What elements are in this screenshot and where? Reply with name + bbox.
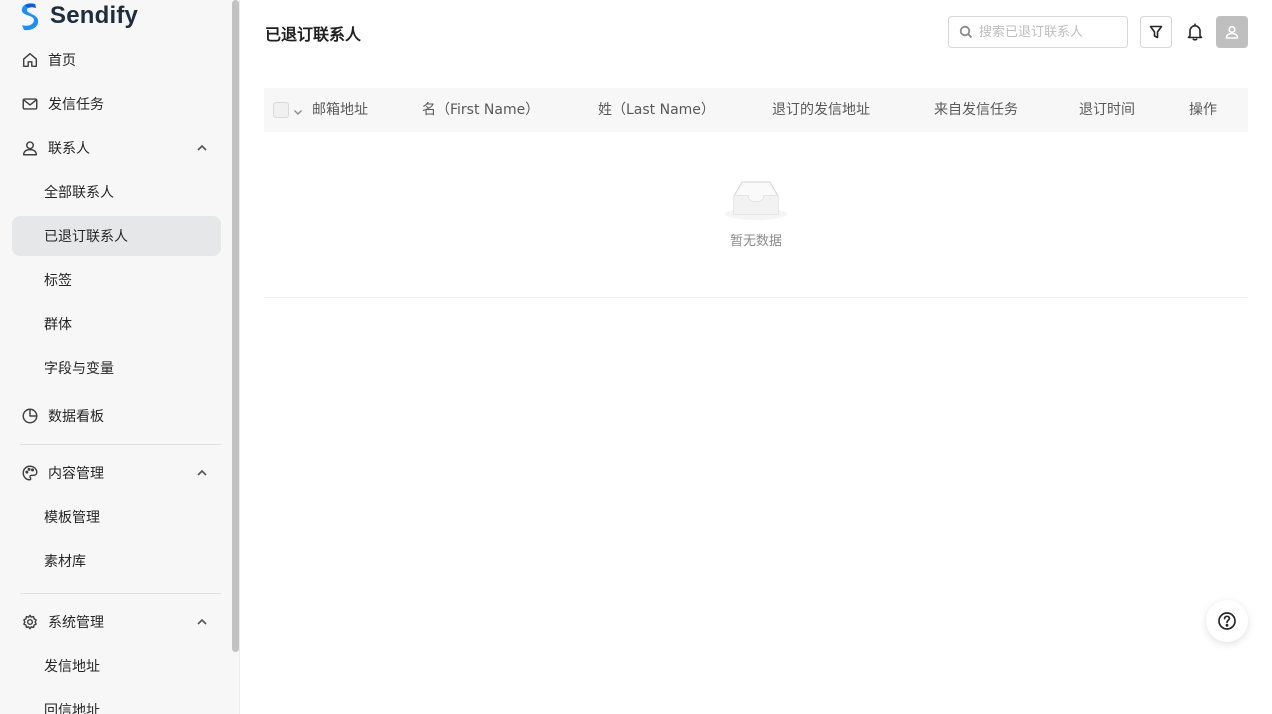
sidebar-item-all-contacts[interactable]: 全部联系人 (12, 172, 221, 212)
user-icon (20, 138, 40, 158)
sidebar-item-send-tasks[interactable]: 发信任务 (12, 84, 221, 124)
sidebar-item-label: 首页 (48, 53, 76, 69)
home-icon (20, 50, 40, 70)
sidebar-item-label: 素材库 (44, 554, 86, 570)
gear-icon (20, 612, 40, 632)
column-header-first-name[interactable]: 名（First Name） (422, 88, 539, 132)
chevron-up-icon[interactable] (195, 141, 209, 155)
sidebar-item-label: 数据看板 (48, 409, 104, 425)
avatar-user-icon (1225, 25, 1239, 39)
table-header: 邮箱地址 名（First Name） 姓（Last Name） 退订的发信地址 … (264, 88, 1248, 132)
column-header-email[interactable]: 邮箱地址 (312, 88, 368, 132)
sidebar-divider (20, 593, 221, 594)
sidebar-item-label: 标签 (44, 273, 72, 289)
sidebar-item-label: 发信地址 (44, 659, 100, 675)
sidebar-item-label: 系统管理 (48, 615, 104, 631)
sidebar-item-fields-variables[interactable]: 字段与变量 (12, 348, 221, 388)
brand-logo[interactable]: Sendify (18, 0, 138, 32)
sidebar-item-sender-addresses[interactable]: 发信地址 (12, 646, 221, 686)
sidebar-item-system-management[interactable]: 系统管理 (12, 602, 221, 642)
sidebar-item-label: 发信任务 (48, 97, 104, 113)
mail-icon (20, 94, 40, 114)
column-header-last-name[interactable]: 姓（Last Name） (598, 88, 715, 132)
sidebar-item-label: 联系人 (48, 141, 90, 157)
page-title: 已退订联系人 (265, 25, 362, 44)
brand-name: Sendify (50, 2, 139, 29)
bell-icon (1187, 23, 1203, 41)
sidebar-item-label: 已退订联系人 (44, 229, 128, 245)
main-content: 已退订联系人 邮箱地址 名（First Name） 姓（Last Name） 退… (240, 0, 1272, 714)
palette-icon (20, 463, 40, 483)
sidebar-item-contacts[interactable]: 联系人 (12, 128, 221, 168)
sidebar-item-unsubscribed-contacts[interactable]: 已退订联系人 (12, 216, 221, 256)
sidebar-item-label: 模板管理 (44, 510, 100, 526)
sidebar-item-label: 群体 (44, 317, 72, 333)
filter-icon (1149, 25, 1163, 39)
column-header-actions: 操作 (1189, 102, 1217, 118)
sidebar-item-label: 内容管理 (48, 466, 104, 482)
sidebar-item-content-management[interactable]: 内容管理 (12, 453, 221, 493)
search-input[interactable] (979, 24, 1119, 40)
sidebar-item-label: 字段与变量 (44, 361, 114, 377)
sidebar-item-dashboard[interactable]: 数据看板 (12, 396, 221, 436)
sidebar-item-templates[interactable]: 模板管理 (12, 497, 221, 537)
user-avatar[interactable] (1216, 16, 1248, 48)
sidebar-item-label: 全部联系人 (44, 185, 114, 201)
sidebar-item-reply-addresses[interactable]: 回信地址 (12, 690, 221, 714)
chevron-up-icon[interactable] (195, 615, 209, 629)
chevron-up-icon[interactable] (195, 466, 209, 480)
search-box[interactable] (948, 16, 1128, 48)
column-header-unsubscribe-time[interactable]: 退订时间 (1079, 88, 1135, 132)
sidebar: Sendify 首页 发信任务 联系人 全部联系人 已退订联系人 标签 群体 字… (0, 0, 240, 714)
chevron-down-icon[interactable] (292, 103, 304, 115)
pie-chart-icon (20, 406, 40, 426)
empty-text: 暂无数据 (729, 234, 782, 249)
sidebar-item-tags[interactable]: 标签 (12, 260, 221, 300)
search-icon (959, 25, 973, 39)
select-all-checkbox[interactable] (273, 102, 289, 118)
sidebar-scrollbar[interactable] (232, 0, 239, 652)
help-icon (1218, 612, 1236, 630)
help-button[interactable] (1206, 600, 1248, 642)
filter-button[interactable] (1140, 16, 1172, 48)
empty-state: 暂无数据 (264, 132, 1248, 298)
sendify-logo-icon (21, 3, 39, 31)
sidebar-item-segments[interactable]: 群体 (12, 304, 221, 344)
sidebar-item-asset-library[interactable]: 素材库 (12, 541, 221, 581)
sidebar-item-label: 回信地址 (44, 703, 100, 714)
sidebar-divider (20, 444, 221, 445)
sidebar-item-home[interactable]: 首页 (12, 40, 221, 80)
column-header-source-task[interactable]: 来自发信任务 (934, 88, 1018, 132)
empty-inbox-icon (725, 181, 787, 220)
column-header-unsubscribed-sender[interactable]: 退订的发信地址 (772, 88, 870, 132)
notification-button[interactable] (1183, 20, 1207, 44)
